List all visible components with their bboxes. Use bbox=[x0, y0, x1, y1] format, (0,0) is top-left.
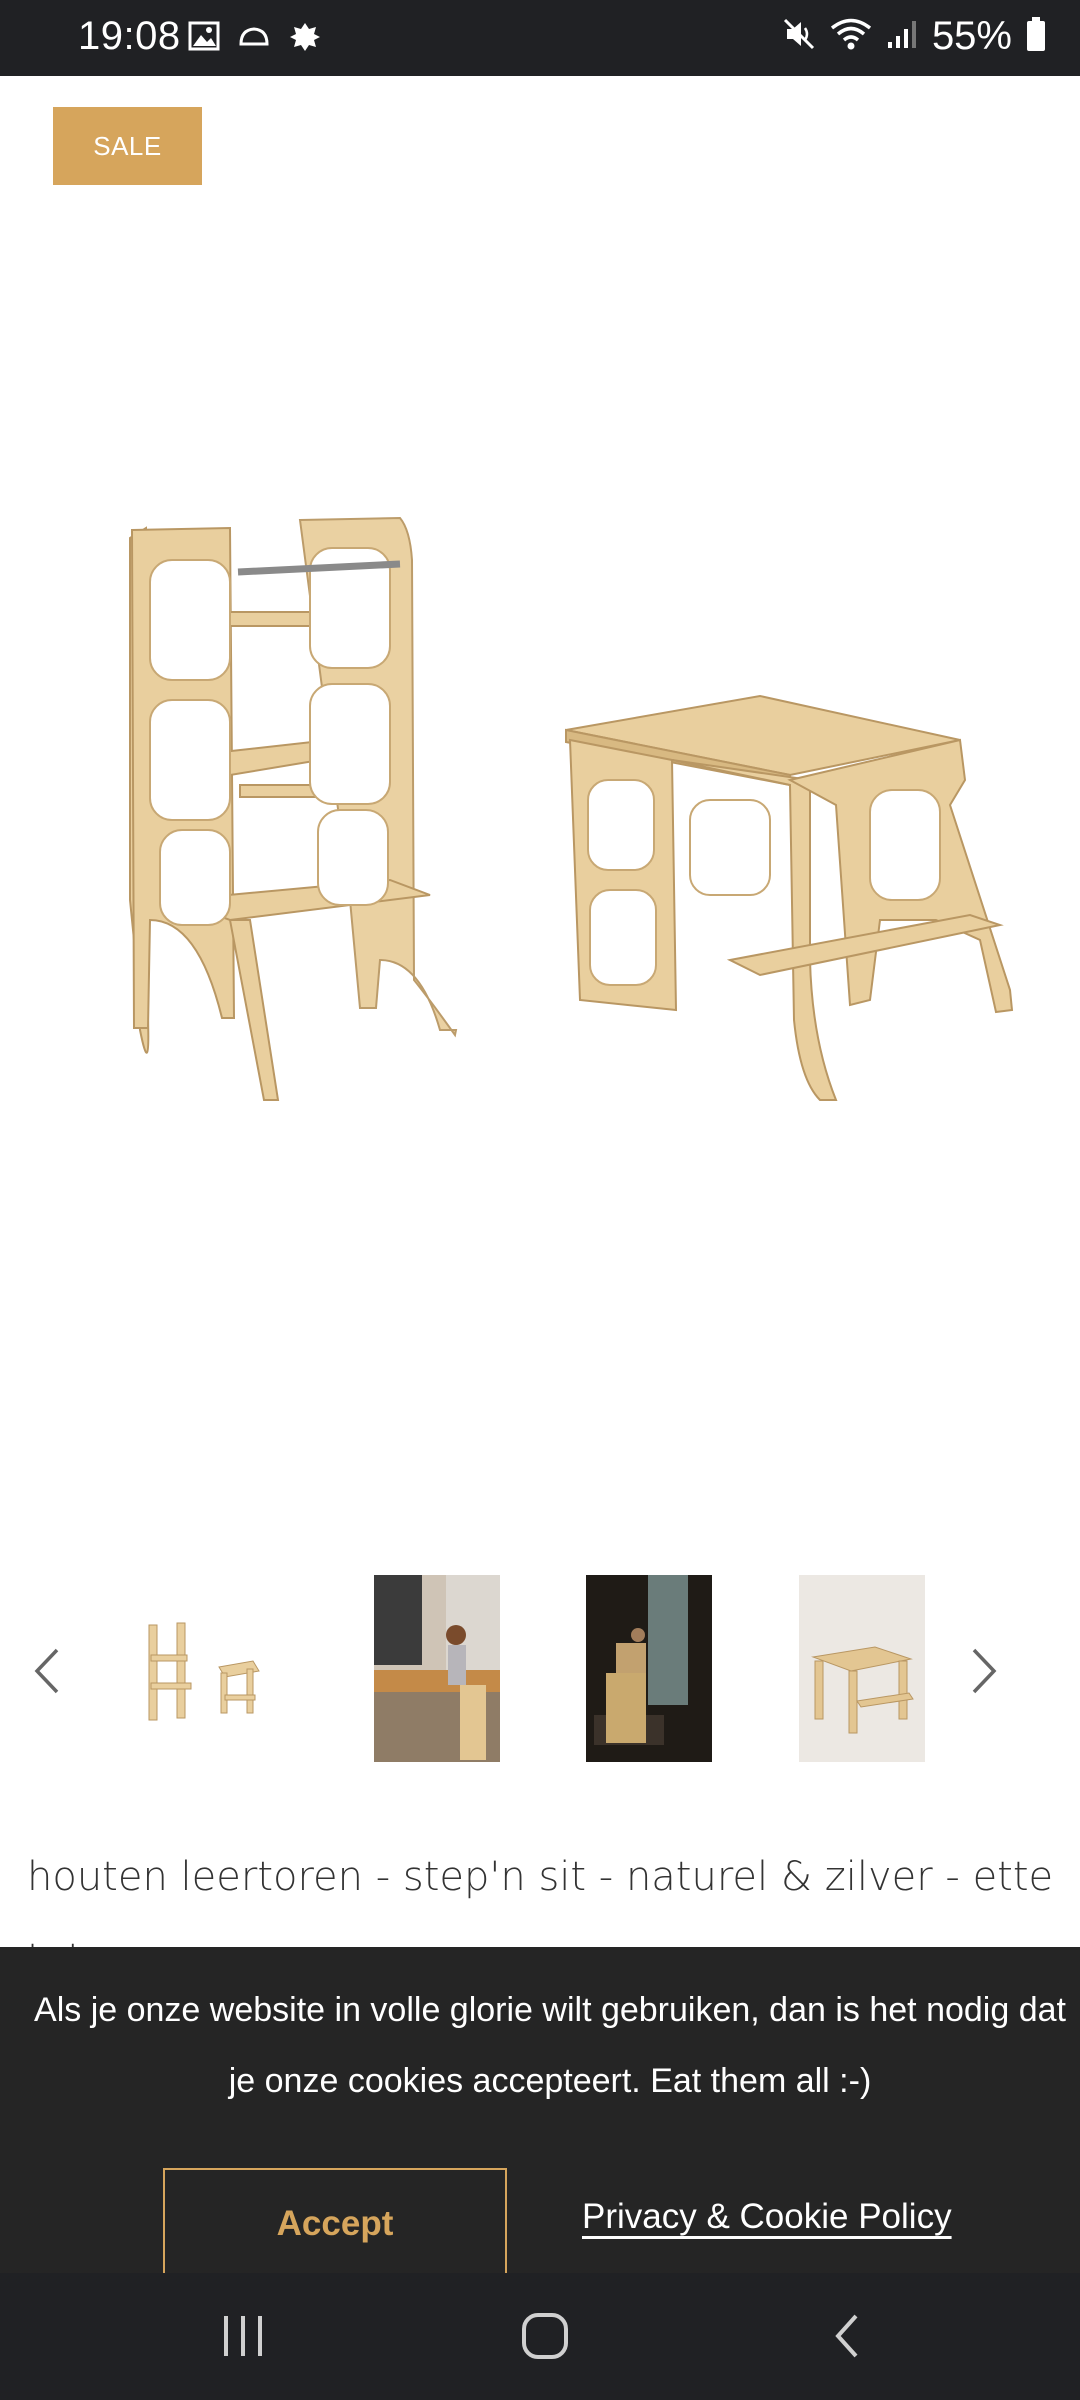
cookie-banner: Als je onze website in volle glorie wilt… bbox=[0, 1947, 1080, 2278]
chevron-left-icon bbox=[29, 1646, 63, 1701]
product-image[interactable] bbox=[0, 400, 1080, 1180]
back-icon bbox=[830, 2312, 864, 2365]
signal-icon bbox=[886, 18, 918, 55]
battery-icon bbox=[1026, 16, 1046, 57]
sale-badge: SALE bbox=[53, 107, 202, 185]
cookie-message: Als je onze website in volle glorie wilt… bbox=[34, 1991, 1066, 2100]
carousel-next-button[interactable] bbox=[955, 1633, 1015, 1713]
gallery-icon bbox=[188, 21, 220, 56]
battery-percent: 55% bbox=[931, 14, 1012, 58]
back-button[interactable] bbox=[807, 2303, 887, 2373]
thumbnail-4[interactable] bbox=[799, 1575, 925, 1762]
cloud-icon bbox=[238, 24, 270, 53]
privacy-policy-link[interactable]: Privacy & Cookie Policy bbox=[582, 2197, 952, 2237]
navigation-bar bbox=[0, 2273, 1080, 2400]
status-right: 55% bbox=[782, 14, 1046, 59]
carousel-prev-button[interactable] bbox=[16, 1633, 76, 1713]
home-button[interactable] bbox=[505, 2303, 585, 2373]
status-bar: 19:08 55% bbox=[0, 0, 1080, 76]
wifi-icon bbox=[830, 17, 872, 56]
home-icon bbox=[520, 2311, 570, 2366]
recents-icon bbox=[220, 2314, 266, 2363]
thumbnail-3[interactable] bbox=[586, 1575, 712, 1762]
thumbnail-2[interactable] bbox=[374, 1575, 500, 1762]
mute-icon bbox=[782, 17, 816, 56]
status-left-icons bbox=[188, 20, 322, 57]
accept-cookies-button[interactable]: Accept bbox=[163, 2168, 507, 2278]
thumbnail-1[interactable] bbox=[137, 1575, 263, 1762]
leaf-icon bbox=[288, 20, 322, 57]
chevron-right-icon bbox=[968, 1646, 1002, 1701]
thumbnail-carousel bbox=[0, 1575, 1080, 1765]
recent-apps-button[interactable] bbox=[203, 2303, 283, 2373]
status-time: 19:08 bbox=[78, 14, 181, 58]
